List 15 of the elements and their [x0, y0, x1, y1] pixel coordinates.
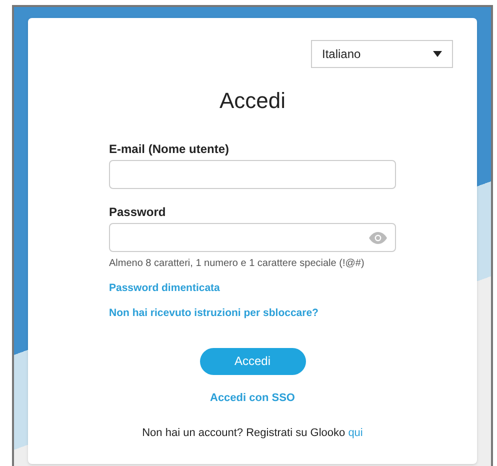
language-dropdown[interactable]: Italiano: [311, 40, 453, 68]
password-hint: Almeno 8 caratteri, 1 numero e 1 carattere speciale (!@#): [109, 257, 366, 271]
signup-text: Non hai un account? Registrati su Glooko qui: [142, 426, 363, 441]
page-title: Accedi: [219, 90, 286, 112]
signup-link[interactable]: qui: [348, 427, 363, 439]
caret-icon: [433, 51, 442, 57]
field-label: E-mail (Nome utente): [109, 142, 230, 156]
input-field[interactable]: [109, 223, 396, 252]
input-field[interactable]: [109, 160, 396, 189]
field-label: Password: [109, 205, 167, 219]
eye-icon[interactable]: [369, 232, 387, 244]
help-link[interactable]: Password dimenticata: [109, 281, 220, 297]
login-button[interactable]: Accedi: [200, 348, 306, 374]
sso-link[interactable]: Accedi con SSO: [210, 390, 295, 406]
help-link[interactable]: Non hai ricevuto istruzioni per sbloccare?: [109, 306, 318, 322]
